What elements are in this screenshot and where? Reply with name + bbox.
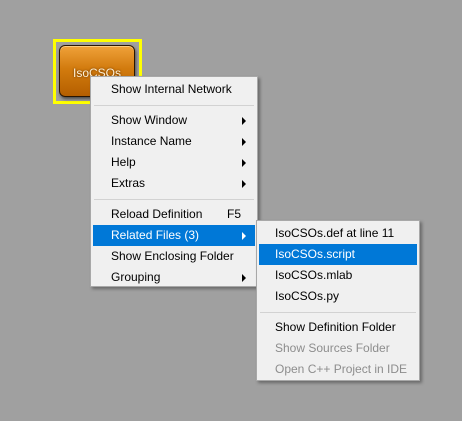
menu-item-label: Reload Definition [111, 207, 203, 221]
menu-item-help[interactable]: Help [93, 152, 255, 173]
submenu-arrow-icon [242, 274, 246, 282]
menu-item-reload-definition[interactable]: Reload Definition F5 [93, 204, 255, 225]
submenu-arrow-icon [242, 180, 246, 188]
submenu-item-mlab-file[interactable]: IsoCSOs.mlab [259, 265, 417, 286]
menu-item-grouping[interactable]: Grouping [93, 267, 255, 288]
submenu-item-show-definition-folder[interactable]: Show Definition Folder [259, 317, 417, 338]
menu-item-label: Related Files (3) [111, 228, 200, 242]
menu-item-label: Show Internal Network [111, 82, 232, 96]
menu-item-instance-name[interactable]: Instance Name [93, 131, 255, 152]
submenu-item-label: IsoCSOs.script [275, 247, 356, 261]
submenu-item-py-file[interactable]: IsoCSOs.py [259, 286, 417, 307]
submenu-item-open-cpp-project: Open C++ Project in IDE [259, 359, 417, 380]
menu-item-label: Extras [111, 176, 146, 190]
menu-item-shortcut: F5 [226, 207, 241, 221]
menu-item-extras[interactable]: Extras [93, 173, 255, 194]
menu-item-related-files[interactable]: Related Files (3) [93, 225, 255, 246]
submenu-arrow-icon [242, 138, 246, 146]
menu-item-label: Help [111, 155, 136, 169]
submenu-item-label: IsoCSOs.py [275, 289, 340, 303]
submenu-item-label: IsoCSOs.def at line 11 [275, 226, 395, 240]
submenu-item-label: Open C++ Project in IDE [275, 362, 408, 376]
submenu-item-def-file[interactable]: IsoCSOs.def at line 11 [259, 223, 417, 244]
menu-item-label: Show Enclosing Folder [111, 249, 234, 263]
related-files-submenu: IsoCSOs.def at line 11 IsoCSOs.script Is… [256, 220, 420, 381]
menu-separator [94, 105, 254, 106]
submenu-arrow-icon [242, 117, 246, 125]
menu-item-label: Instance Name [111, 134, 192, 148]
submenu-item-label: IsoCSOs.mlab [275, 268, 353, 282]
menu-item-show-window[interactable]: Show Window [93, 110, 255, 131]
menu-separator [94, 199, 254, 200]
submenu-item-label: Show Definition Folder [275, 320, 396, 334]
menu-separator [260, 312, 416, 313]
menu-item-show-internal-network[interactable]: Show Internal Network [93, 79, 255, 100]
context-menu: Show Internal Network Show Window Instan… [90, 76, 258, 287]
submenu-item-show-sources-folder: Show Sources Folder [259, 338, 417, 359]
menu-item-label: Show Window [111, 113, 188, 127]
menu-item-label: Grouping [111, 270, 161, 284]
submenu-item-script-file[interactable]: IsoCSOs.script [259, 244, 417, 265]
submenu-arrow-icon [242, 232, 246, 240]
submenu-item-label: Show Sources Folder [275, 341, 390, 355]
menu-item-show-enclosing-folder[interactable]: Show Enclosing Folder [93, 246, 255, 267]
submenu-arrow-icon [242, 159, 246, 167]
